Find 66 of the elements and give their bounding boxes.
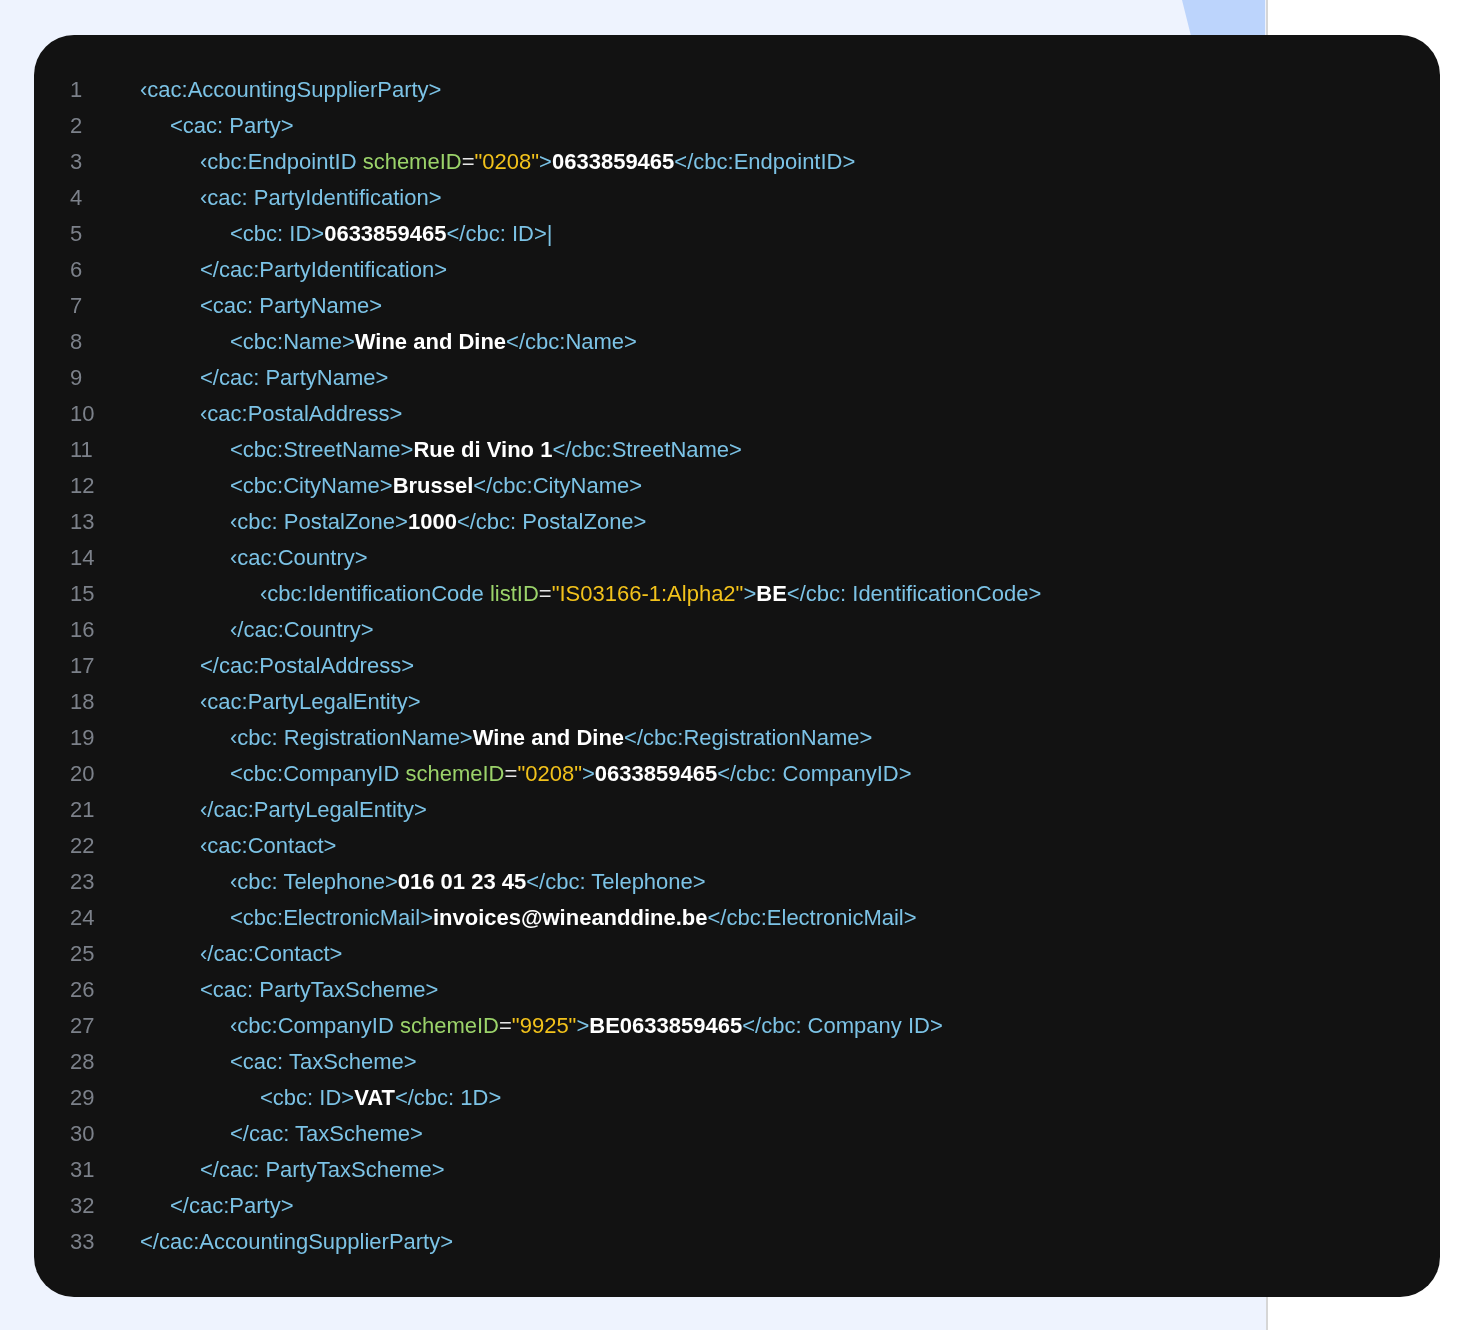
code-line: ‹cbc:EndpointID schemeID="0208">0633859465</cbc:EndpointID> — [200, 149, 856, 175]
code-line: </cac:AccountingSupplierParty> — [140, 1229, 454, 1255]
code-line: <cac: PartyTaxScheme> — [200, 977, 439, 1003]
code-line: </cac:PartyIdentification> — [200, 257, 448, 283]
line-number: 2 — [69, 113, 84, 139]
code-line: ‹cbc: PostalZone>1000</cbc: PostalZone> — [230, 509, 647, 535]
line-number: 17 — [69, 653, 96, 679]
line-number: 4 — [69, 185, 84, 211]
line-number: 13 — [69, 509, 96, 535]
line-number: 30 — [69, 1121, 96, 1147]
line-number: 7 — [69, 293, 84, 319]
code-line: ‹cac:AccountingSupplierParty> — [140, 77, 442, 103]
line-number: 11 — [69, 437, 94, 463]
code-line: </cac:PostalAddress> — [200, 653, 414, 679]
line-number: 21 — [69, 797, 96, 823]
code-line: ‹cac:PartyLegalEntity> — [200, 689, 421, 715]
code-line: ‹/cac:Country> — [230, 617, 374, 643]
code-line: <cac: Party> — [170, 113, 294, 139]
line-number: 29 — [69, 1085, 96, 1111]
code-line: <cbc: ID>0633859465</cbc: ID>| — [230, 221, 553, 247]
code-line: ‹/cac:PartyLegalEntity> — [200, 797, 427, 823]
line-number: 31 — [69, 1157, 96, 1183]
code-line: <cbc:Name>Wine and Dine</cbc:Name> — [230, 329, 637, 355]
line-number: 16 — [69, 617, 96, 643]
code-line: ‹cbc:IdentificationCode listID="IS03166-1:Alpha2">BE</cbc: IdentificationCode> — [260, 581, 1042, 607]
code-line: <cbc:ElectronicMail>invoices@wineanddine.be</cbc:ElectronicMail> — [230, 905, 917, 931]
code-line: </cac: PartyTaxScheme> — [200, 1157, 445, 1183]
code-line: <cbc:StreetName>Rue di Vino 1</cbc:StreetName> — [230, 437, 742, 463]
code-line: <cbc: ID>VAT</cbc: 1D> — [260, 1085, 502, 1111]
code-line: ‹cbc: Telephone>016 01 23 45</cbc: Telephone> — [230, 869, 706, 895]
code-line: <cbc:CompanyID schemeID="0208">0633859465</cbc: CompanyID> — [230, 761, 912, 787]
line-number: 26 — [69, 977, 96, 1003]
line-number: 18 — [69, 689, 96, 715]
line-number: 8 — [69, 329, 84, 355]
line-number: 22 — [69, 833, 96, 859]
line-number: 6 — [69, 257, 84, 283]
line-number: 14 — [69, 545, 96, 571]
code-line: </cac: PartyName> — [200, 365, 389, 391]
line-number: 9 — [69, 365, 84, 391]
code-line: </cac:Party> — [170, 1193, 294, 1219]
code-line: <cbc:CityName>Brussel</cbc:CityName> — [230, 473, 643, 499]
line-number: 15 — [69, 581, 96, 607]
line-number: 3 — [69, 149, 84, 175]
line-number: 5 — [69, 221, 84, 247]
code-line: ‹/cac:Contact> — [200, 941, 343, 967]
line-number: 20 — [69, 761, 96, 787]
line-number: 33 — [69, 1229, 96, 1255]
line-number: 10 — [69, 401, 96, 427]
line-number: 12 — [69, 473, 96, 499]
code-line: ‹cac:PostalAddress> — [200, 401, 403, 427]
code-line: <cac: PartyName> — [200, 293, 383, 319]
code-line: </cac: TaxScheme> — [230, 1121, 423, 1147]
line-number: 23 — [69, 869, 96, 895]
code-line: ‹cac:Contact> — [200, 833, 337, 859]
line-number: 24 — [69, 905, 96, 931]
code-line: ‹cbc: RegistrationName>Wine and Dine</cbc:RegistrationName> — [230, 725, 873, 751]
line-number: 19 — [69, 725, 96, 751]
line-number: 32 — [69, 1193, 96, 1219]
line-number: 27 — [69, 1013, 96, 1039]
code-line: <cac: TaxScheme> — [230, 1049, 417, 1075]
code-line: ‹cac:Country> — [230, 545, 368, 571]
line-number: 28 — [69, 1049, 96, 1075]
code-line: ‹cbc:CompanyID schemeID="9925">BE0633859465</cbc: Company ID> — [230, 1013, 943, 1039]
line-number: 25 — [69, 941, 96, 967]
line-number: 1 — [69, 77, 84, 103]
code-line: ‹cac: PartyIdentification> — [200, 185, 442, 211]
